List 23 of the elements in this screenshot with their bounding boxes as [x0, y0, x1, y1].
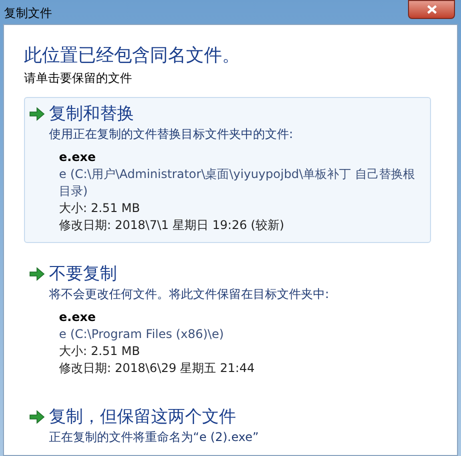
arrow-icon	[29, 267, 45, 281]
option-item[interactable]: 复制和替换 使用正在复制的文件替换目标文件夹中的文件: e.exe e (C:\用户\Administrator\桌面\yiyuypojbd\单板补丁 自己替换根目录) 大小: 2.51 MB 修改日期: 2018\7\1 星期日 19:26 (较新)	[24, 97, 431, 243]
option-title: 不要复制	[49, 263, 118, 286]
file-modified: 修改日期: 2018\6\29 星期五 21:44	[59, 360, 256, 377]
option-title: 复制，但保留这两个文件	[49, 406, 237, 429]
instruction: 请单击要保留的文件	[24, 70, 133, 87]
file-size: 大小: 2.51 MB	[59, 343, 141, 360]
arrow-icon	[29, 107, 45, 121]
option-description: 正在复制的文件将重命名为“e (2).exe”	[49, 429, 259, 446]
file-name: e.exe	[59, 309, 97, 326]
option-description: 使用正在复制的文件替换目标文件夹中的文件:	[49, 126, 294, 143]
option-description: 将不会更改任何文件。将此文件保留在目标文件夹中:	[49, 286, 330, 303]
option-title: 复制和替换	[49, 103, 135, 126]
file-location: e (C:\用户\Administrator\桌面\yiyuypojbd\单板补丁 自己替换根目录)	[59, 166, 416, 200]
window-title: 复制文件	[3, 5, 52, 22]
heading: 此位置已经包含同名文件。	[24, 44, 241, 68]
arrow-icon	[29, 410, 45, 424]
file-name: e.exe	[59, 149, 97, 166]
close-icon	[426, 5, 436, 14]
close-button[interactable]	[408, 0, 455, 19]
file-modified: 修改日期: 2018\7\1 星期日 19:26 (较新)	[59, 217, 286, 234]
file-size: 大小: 2.51 MB	[59, 200, 141, 217]
file-location: e (C:\Program Files (x86)\e)	[59, 326, 225, 343]
